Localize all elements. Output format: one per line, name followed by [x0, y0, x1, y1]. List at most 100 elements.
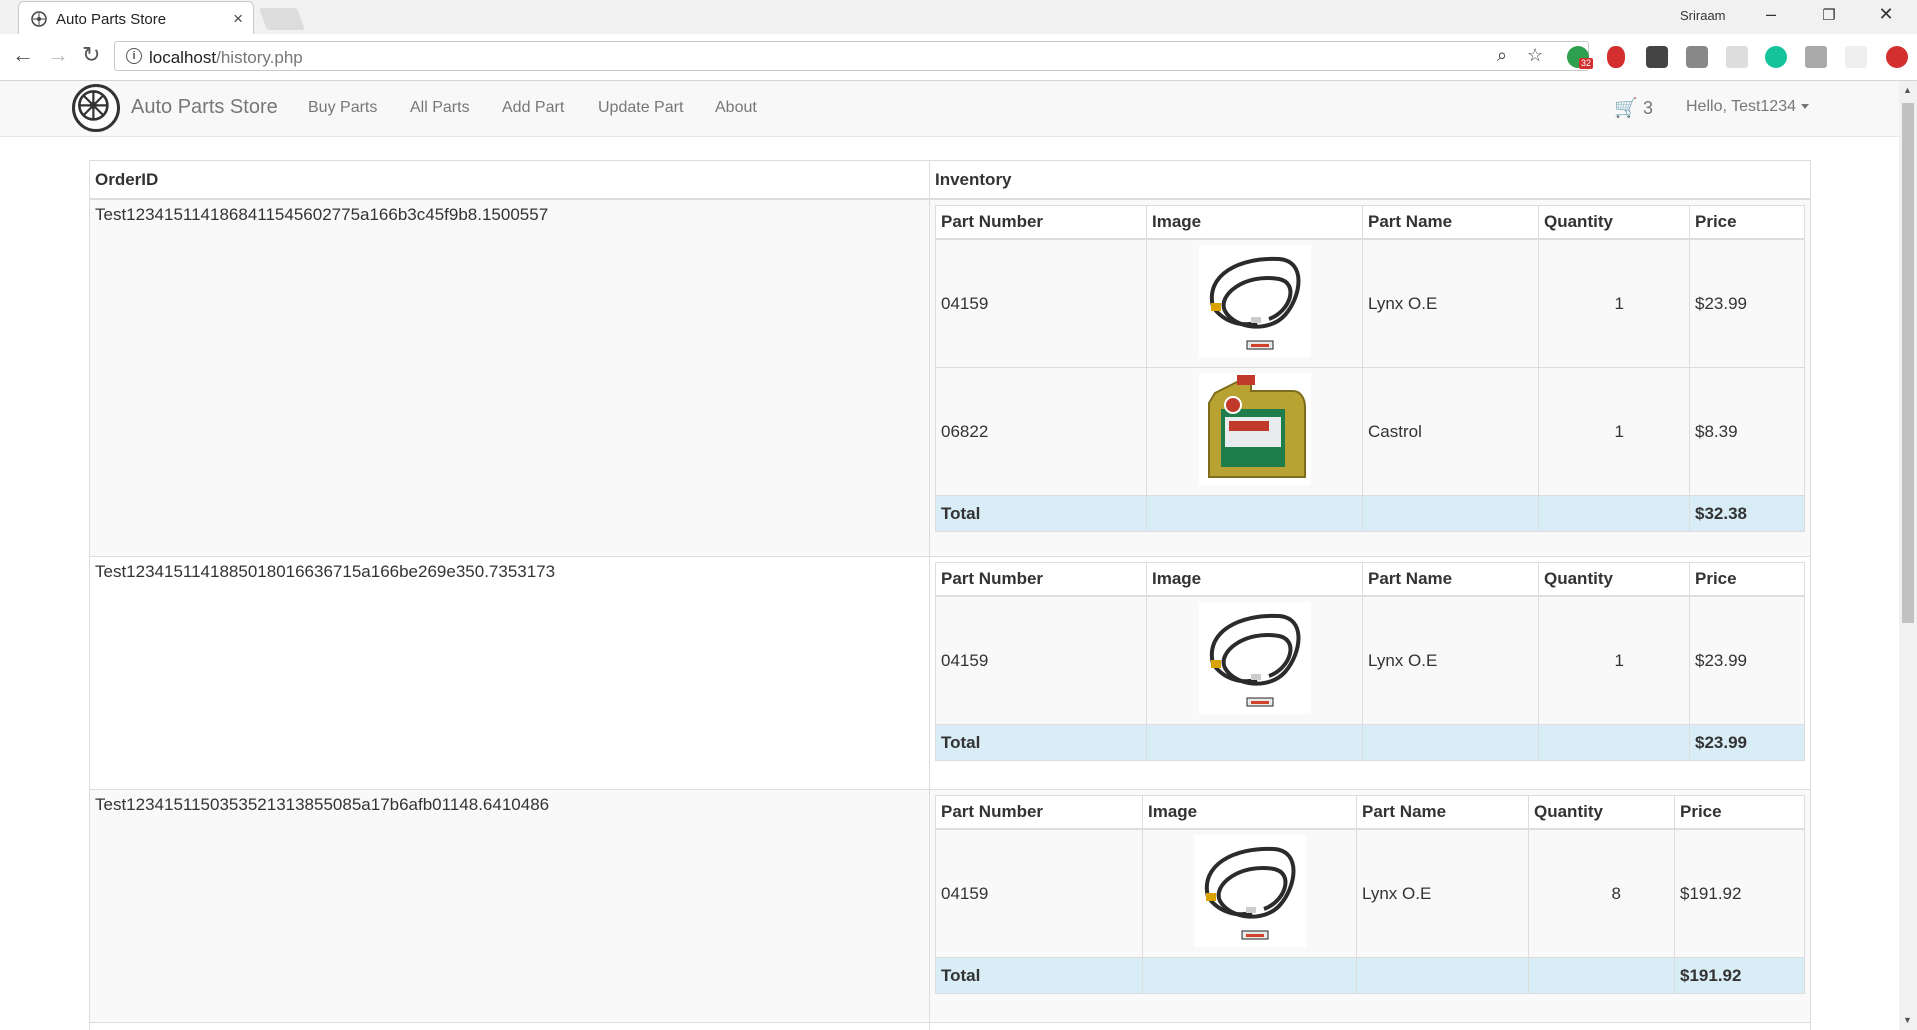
header-order-id: OrderID — [89, 160, 930, 200]
part-name: Lynx O.E — [1356, 828, 1529, 958]
order-id: Test1234151141885018016636715a166be269e3… — [89, 556, 930, 790]
quantity: 8 — [1528, 828, 1675, 958]
order-history-table: OrderID Inventory Test123415114186841154… — [89, 160, 1811, 1030]
browser-tabstrip: Auto Parts Store × Sriraam – ❐ ✕ — [0, 0, 1917, 35]
cart-link[interactable]: 🛒 3 — [1614, 96, 1653, 120]
address-bar[interactable]: i localhost/history.php ⌕ ☆ — [114, 41, 1589, 71]
brand-title[interactable]: Auto Parts Store — [131, 96, 278, 119]
col-image: Image — [1146, 562, 1363, 597]
info-icon[interactable]: i — [126, 48, 142, 64]
header-inventory: Inventory — [929, 160, 1811, 200]
extension-badge: 32 — [1579, 58, 1594, 69]
order-row: Test1234151141885018016636715a166be269e3… — [89, 556, 1811, 790]
forward-icon[interactable]: → — [47, 42, 69, 68]
price: $23.99 — [1689, 238, 1805, 368]
order-id: Test1234151150353521313855085a17b6afb011… — [89, 789, 930, 1023]
part-name: Lynx O.E — [1362, 595, 1539, 725]
chevron-down-icon — [1801, 104, 1809, 110]
price: $191.92 — [1674, 828, 1805, 958]
user-menu[interactable]: Hello, Test1234 — [1686, 98, 1809, 116]
url-text[interactable]: localhost/history.php — [149, 48, 303, 68]
extension-gray-icon[interactable] — [1686, 46, 1708, 68]
order-id-partial — [89, 1022, 930, 1030]
part-image-cell — [1146, 238, 1363, 368]
inventory-cell: Part Number Image Part Name Quantity Pri… — [929, 789, 1811, 1023]
part-number: 06822 — [935, 367, 1147, 496]
restore-icon[interactable]: ❐ — [1809, 6, 1849, 24]
col-quantity: Quantity — [1538, 562, 1690, 597]
extension-box-icon[interactable] — [1805, 46, 1827, 68]
col-part-number: Part Number — [935, 562, 1147, 597]
minimize-icon[interactable]: – — [1751, 4, 1791, 25]
order-id: Test1234151141868411545602775a166b3c45f9… — [89, 198, 930, 557]
quantity: 1 — [1538, 238, 1690, 368]
total-amount: $23.99 — [1689, 724, 1805, 761]
nav-about[interactable]: About — [715, 99, 757, 117]
oil-can-image — [1198, 373, 1311, 485]
nav-buy-parts[interactable]: Buy Parts — [308, 99, 377, 117]
new-tab-button[interactable] — [258, 8, 306, 30]
col-part-number: Part Number — [935, 205, 1147, 240]
part-name: Lynx O.E — [1362, 238, 1539, 368]
inventory-row: 04159 Ly — [935, 828, 1805, 958]
site-navbar: Auto Parts Store Buy Parts All Parts Add… — [0, 81, 1899, 137]
extension-doc-icon[interactable] — [1726, 46, 1748, 68]
part-image-cell — [1146, 595, 1363, 725]
grammarly-icon[interactable] — [1765, 46, 1787, 68]
inventory-cell: Part Number Image Part Name Quantity Pri… — [929, 198, 1811, 557]
opera-extension-icon[interactable] — [1607, 46, 1625, 68]
col-image: Image — [1146, 205, 1363, 240]
part-number: 04159 — [935, 595, 1147, 725]
col-price: Price — [1689, 562, 1805, 597]
nav-add-part[interactable]: Add Part — [502, 99, 564, 117]
total-label: Total — [935, 957, 1143, 994]
json-viewer-icon[interactable] — [1845, 46, 1867, 68]
page-scrollbar[interactable]: ▲ ▼ — [1899, 81, 1917, 1030]
zoom-icon[interactable]: ⌕ — [1497, 45, 1507, 66]
inventory-table: Part Number Image Part Name Quantity Pri… — [935, 795, 1805, 994]
inventory-table: Part Number Image Part Name Quantity Pri… — [935, 562, 1805, 761]
nav-all-parts[interactable]: All Parts — [410, 99, 470, 117]
total-row: Total $32.38 — [935, 495, 1805, 532]
nav-update-part[interactable]: Update Part — [598, 99, 683, 117]
order-row: Test1234151150353521313855085a17b6afb011… — [89, 789, 1811, 1023]
col-price: Price — [1674, 795, 1805, 830]
profile-name[interactable]: Sriraam — [1680, 8, 1726, 23]
total-label: Total — [935, 724, 1147, 761]
scroll-thumb[interactable] — [1902, 103, 1914, 623]
inventory-cell-partial — [929, 1022, 1811, 1030]
col-image: Image — [1142, 795, 1357, 830]
wheel-favicon-icon — [31, 11, 47, 27]
part-image-cell — [1146, 367, 1363, 496]
pocket-icon[interactable] — [1646, 46, 1668, 68]
tab-close-icon[interactable]: × — [233, 9, 243, 29]
cart-icon: 🛒 — [1614, 98, 1638, 119]
close-window-icon[interactable]: ✕ — [1866, 4, 1906, 25]
quantity: 1 — [1538, 595, 1690, 725]
tab-title: Auto Parts Store — [56, 11, 167, 28]
total-row: Total $23.99 — [935, 724, 1805, 761]
inventory-row: 04159 Ly — [935, 595, 1805, 725]
battery-cable-image — [1198, 602, 1311, 714]
browser-toolbar: ← → ↻ i localhost/history.php ⌕ ☆ 32 — [0, 34, 1917, 81]
total-amount: $32.38 — [1689, 495, 1805, 532]
browser-tab[interactable]: Auto Parts Store × — [18, 1, 254, 35]
inventory-row: 06822 Castrol 1 $8.39 — [935, 367, 1805, 496]
part-name: Castrol — [1362, 367, 1539, 496]
total-row: Total $191.92 — [935, 957, 1805, 994]
inventory-cell: Part Number Image Part Name Quantity Pri… — [929, 556, 1811, 790]
col-price: Price — [1689, 205, 1805, 240]
extension-red-icon[interactable] — [1886, 46, 1908, 68]
scroll-down-icon[interactable]: ▼ — [1903, 1015, 1912, 1025]
total-label: Total — [935, 495, 1147, 532]
total-amount: $191.92 — [1674, 957, 1805, 994]
bookmark-star-icon[interactable]: ☆ — [1527, 45, 1543, 66]
wheel-logo-icon[interactable] — [72, 84, 120, 132]
col-quantity: Quantity — [1528, 795, 1675, 830]
back-icon[interactable]: ← — [12, 42, 34, 68]
scroll-up-icon[interactable]: ▲ — [1903, 85, 1912, 95]
reload-icon[interactable]: ↻ — [82, 42, 100, 68]
quantity: 1 — [1538, 367, 1690, 496]
user-greeting: Hello, Test1234 — [1686, 98, 1796, 115]
extension-icon[interactable]: 32 — [1567, 46, 1594, 69]
